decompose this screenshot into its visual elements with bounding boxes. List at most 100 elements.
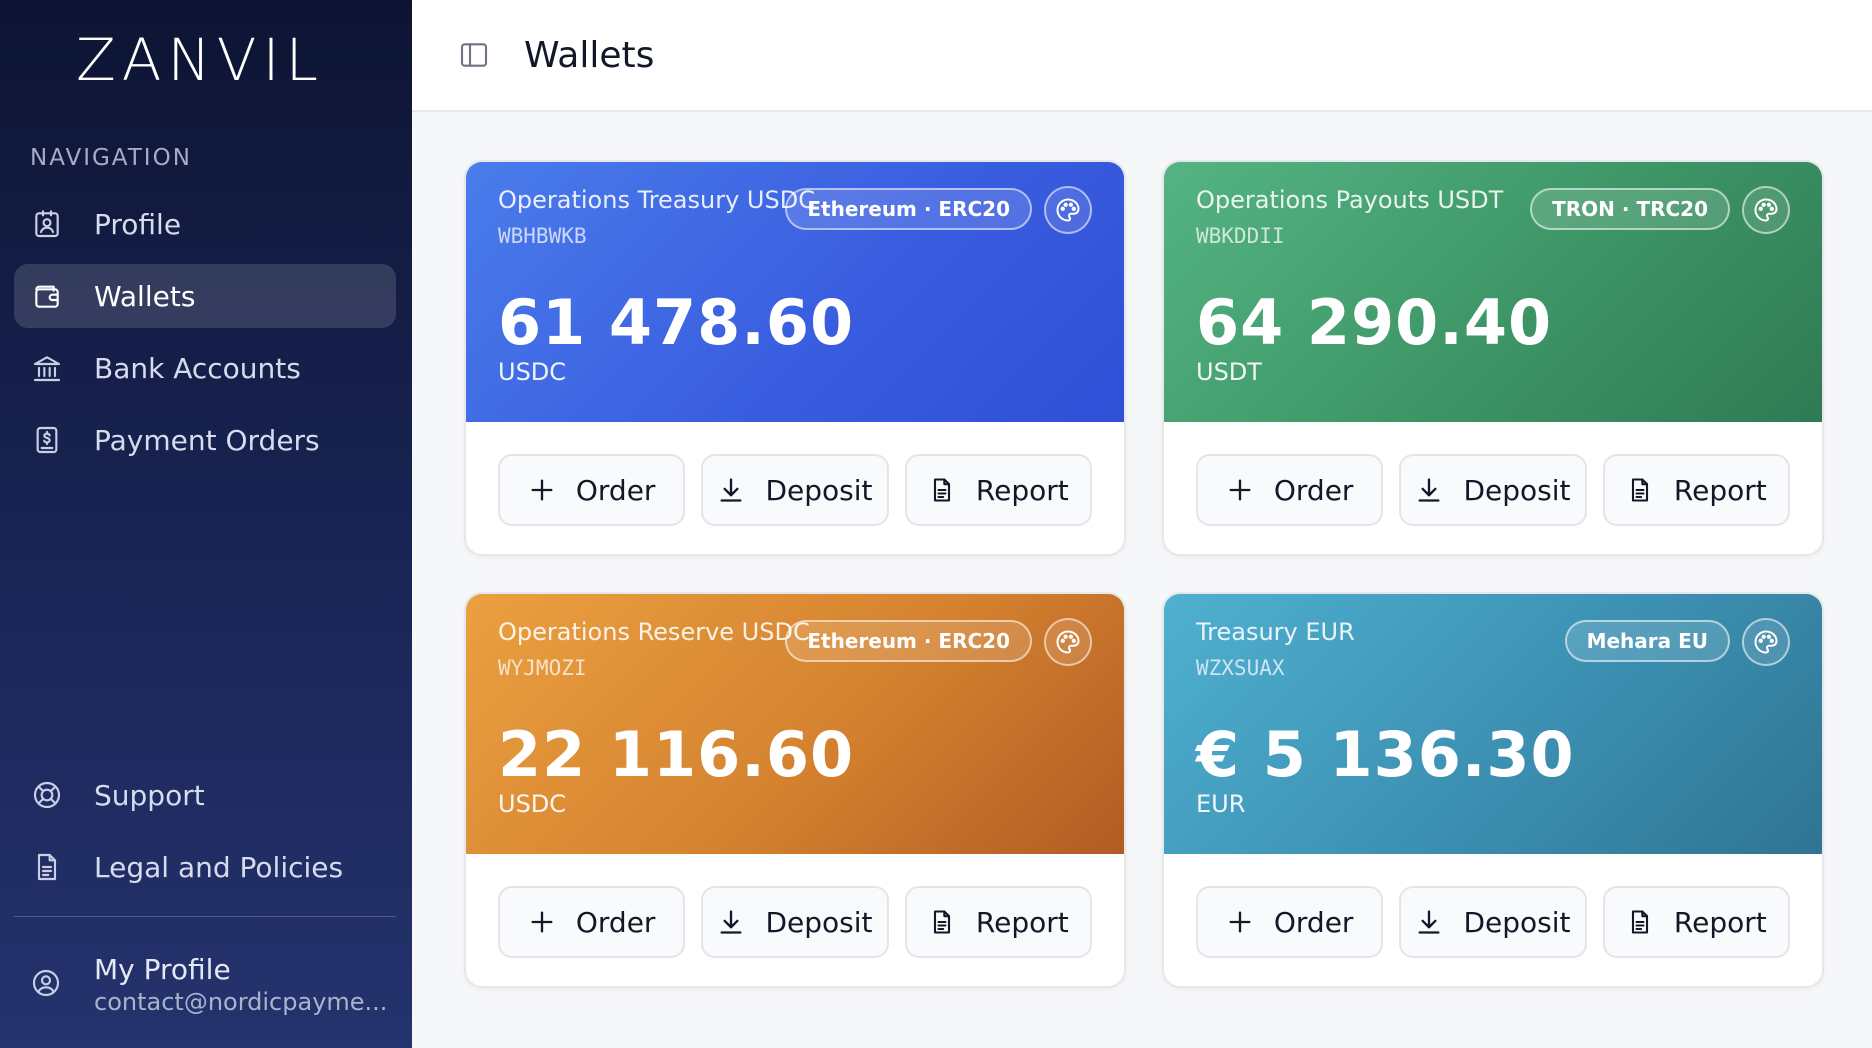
download-icon	[720, 478, 742, 502]
wallet-balance: € 5 136.30	[1196, 718, 1575, 791]
wallet-name: Operations Treasury USDC	[498, 186, 815, 214]
report-document-icon	[1631, 478, 1648, 502]
wallet-balance: 22 116.60	[498, 718, 855, 791]
wallet-name: Operations Reserve USDC	[498, 618, 810, 646]
sidebar: ZANVIL NAVIGATION Profile Wallets Bank A…	[0, 0, 412, 1048]
plus-icon	[1229, 911, 1251, 933]
wallet-currency: USDC	[498, 358, 567, 386]
network-badge: Mehara EU	[1564, 620, 1730, 662]
plus-icon	[531, 911, 553, 933]
my-profile-button[interactable]: My Profile contact@nordicpayme...	[14, 944, 396, 1024]
nav-heading: NAVIGATION	[30, 145, 192, 171]
wallet-card-header: Operations Payouts USDT WBKDDII TRON · T…	[1164, 162, 1822, 422]
wallet-currency: USDT	[1196, 358, 1262, 386]
sidebar-item-label: Bank Accounts	[94, 351, 301, 385]
report-button[interactable]: Report	[904, 454, 1092, 526]
report-label: Report	[1673, 473, 1767, 507]
wallet-code: WBHBWKB	[498, 224, 587, 248]
order-button[interactable]: Order	[498, 454, 686, 526]
download-icon	[1418, 910, 1440, 934]
deposit-button[interactable]: Deposit	[1399, 454, 1587, 526]
report-label: Report	[1673, 905, 1767, 939]
report-document-icon	[933, 910, 950, 934]
wallet-actions: Order Deposit Report	[466, 422, 1124, 526]
wallet-currency: EUR	[1196, 790, 1246, 818]
wallet-name: Treasury EUR	[1196, 618, 1355, 646]
wallet-actions: Order Deposit Report	[1164, 422, 1822, 526]
sidebar-item-wallets[interactable]: Wallets	[14, 264, 396, 328]
app-root: ZANVIL NAVIGATION Profile Wallets Bank A…	[0, 0, 1872, 1048]
id-badge-icon	[30, 207, 64, 241]
deposit-label: Deposit	[1463, 473, 1571, 507]
plus-icon	[1229, 479, 1251, 501]
sidebar-item-label: Payment Orders	[94, 423, 320, 457]
page-title: Wallets	[524, 34, 655, 76]
palette-icon[interactable]	[1044, 618, 1092, 666]
report-label: Report	[975, 905, 1069, 939]
order-label: Order	[1273, 473, 1354, 507]
plus-icon	[531, 479, 553, 501]
deposit-label: Deposit	[1463, 905, 1571, 939]
network-badge: Ethereum · ERC20	[785, 620, 1032, 662]
deposit-label: Deposit	[765, 473, 873, 507]
report-button[interactable]: Report	[904, 886, 1092, 958]
deposit-label: Deposit	[765, 905, 873, 939]
palette-icon[interactable]	[1044, 186, 1092, 234]
network-badge: Ethereum · ERC20	[785, 188, 1032, 230]
invoice-dollar-icon	[30, 423, 64, 457]
order-label: Order	[575, 905, 656, 939]
order-button[interactable]: Order	[1196, 886, 1384, 958]
sidebar-divider	[14, 916, 396, 917]
sidebar-item-bank-accounts[interactable]: Bank Accounts	[14, 336, 396, 400]
deposit-button[interactable]: Deposit	[701, 454, 889, 526]
top-bar: Wallets	[412, 0, 1872, 112]
main-content: Wallets Operations Treasury USDC WBHBWKB…	[412, 0, 1872, 1048]
report-document-icon	[933, 478, 950, 502]
palette-icon[interactable]	[1742, 186, 1790, 234]
report-document-icon	[1631, 910, 1648, 934]
sidebar-item-legal[interactable]: Legal and Policies	[14, 835, 396, 899]
wallet-code: WZXSUAX	[1196, 656, 1285, 680]
document-icon	[30, 850, 64, 884]
wallet-actions: Order Deposit Report	[1164, 854, 1822, 958]
deposit-button[interactable]: Deposit	[701, 886, 889, 958]
wallet-card-header: Treasury EUR WZXSUAX Mehara EU € 5 136.3…	[1164, 594, 1822, 854]
order-button[interactable]: Order	[1196, 454, 1384, 526]
wallet-card: Operations Reserve USDC WYJMOZI Ethereum…	[464, 592, 1126, 988]
deposit-button[interactable]: Deposit	[1399, 886, 1587, 958]
wallet-card: Treasury EUR WZXSUAX Mehara EU € 5 136.3…	[1162, 592, 1824, 988]
report-button[interactable]: Report	[1602, 454, 1790, 526]
sidebar-toggle-icon[interactable]	[458, 39, 490, 71]
wallet-card-header: Operations Treasury USDC WBHBWKB Ethereu…	[466, 162, 1124, 422]
sidebar-item-label: Legal and Policies	[94, 850, 344, 884]
report-button[interactable]: Report	[1602, 886, 1790, 958]
palette-icon[interactable]	[1742, 618, 1790, 666]
order-button[interactable]: Order	[498, 886, 686, 958]
wallet-currency: USDC	[498, 790, 567, 818]
sidebar-item-label: Support	[94, 778, 205, 812]
order-label: Order	[1273, 905, 1354, 939]
sidebar-item-label: Wallets	[94, 279, 196, 313]
sidebar-item-payment-orders[interactable]: Payment Orders	[14, 408, 396, 472]
wallet-code: WBKDDII	[1196, 224, 1285, 248]
wallet-card-header: Operations Reserve USDC WYJMOZI Ethereum…	[466, 594, 1124, 854]
wallet-balance: 61 478.60	[498, 286, 855, 359]
bank-icon	[30, 351, 64, 385]
user-circle-icon	[30, 967, 64, 1001]
wallet-card: Operations Treasury USDC WBHBWKB Ethereu…	[464, 160, 1126, 556]
wallet-name: Operations Payouts USDT	[1196, 186, 1504, 214]
wallet-icon	[30, 279, 64, 313]
network-badge: TRON · TRC20	[1530, 188, 1730, 230]
wallet-balance: 64 290.40	[1196, 286, 1553, 359]
wallet-code: WYJMOZI	[498, 656, 587, 680]
report-label: Report	[975, 473, 1069, 507]
download-icon	[1418, 478, 1440, 502]
wallet-actions: Order Deposit Report	[466, 854, 1124, 958]
wallet-card: Operations Payouts USDT WBKDDII TRON · T…	[1162, 160, 1824, 556]
download-icon	[720, 910, 742, 934]
profile-email: contact@nordicpayme...	[94, 987, 388, 1016]
sidebar-item-support[interactable]: Support	[14, 763, 396, 827]
lifebuoy-icon	[30, 778, 64, 812]
sidebar-item-profile[interactable]: Profile	[14, 192, 396, 256]
logo: ZANVIL	[76, 26, 324, 94]
